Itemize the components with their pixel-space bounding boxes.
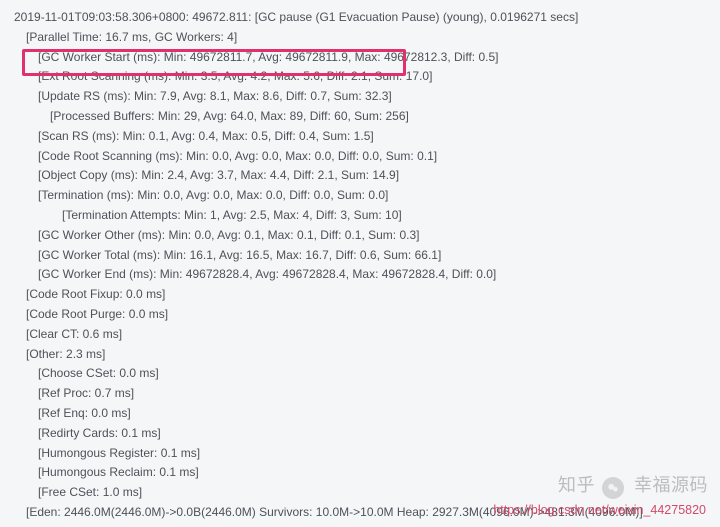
- log-line: [Parallel Time: 16.7 ms, GC Workers: 4]: [10, 28, 710, 48]
- log-line: [Code Root Scanning (ms): Min: 0.0, Avg:…: [10, 147, 710, 167]
- log-line: [GC Worker End (ms): Min: 49672828.4, Av…: [10, 265, 710, 285]
- log-line: [Choose CSet: 0.0 ms]: [10, 364, 710, 384]
- log-line: [Scan RS (ms): Min: 0.1, Avg: 0.4, Max: …: [10, 127, 710, 147]
- log-line: [Other: 2.3 ms]: [10, 345, 710, 365]
- log-line: [Code Root Purge: 0.0 ms]: [10, 305, 710, 325]
- log-line: [GC Worker Start (ms): Min: 49672811.7, …: [10, 48, 710, 68]
- source-link[interactable]: https://blog.csdn.net/weixin_44275820: [493, 501, 706, 521]
- log-line: [Object Copy (ms): Min: 2.4, Avg: 3.7, M…: [10, 166, 710, 186]
- log-line: [Clear CT: 0.6 ms]: [10, 325, 710, 345]
- log-line: [Ref Enq: 0.0 ms]: [10, 404, 710, 424]
- gc-log-block: 2019-11-01T09:03:58.306+0800: 49672.811:…: [0, 0, 720, 527]
- log-line: [Ext Root Scanning (ms): Min: 3.5, Avg: …: [10, 67, 710, 87]
- log-line: [Termination Attempts: Min: 1, Avg: 2.5,…: [10, 206, 710, 226]
- log-line: [Redirty Cards: 0.1 ms]: [10, 424, 710, 444]
- log-line: [Humongous Reclaim: 0.1 ms]: [10, 463, 710, 483]
- log-line: [Processed Buffers: Min: 29, Avg: 64.0, …: [10, 107, 710, 127]
- log-line: [GC Worker Total (ms): Min: 16.1, Avg: 1…: [10, 246, 710, 266]
- log-line: [Times: user=0.06 sys=0.00, real=0.02 se…: [10, 523, 710, 527]
- log-line: [Update RS (ms): Min: 7.9, Avg: 8.1, Max…: [10, 87, 710, 107]
- log-line: [Ref Proc: 0.7 ms]: [10, 384, 710, 404]
- log-line: [GC Worker Other (ms): Min: 0.0, Avg: 0.…: [10, 226, 710, 246]
- log-line: 2019-11-01T09:03:58.306+0800: 49672.811:…: [10, 8, 710, 28]
- log-line: [Termination (ms): Min: 0.0, Avg: 0.0, M…: [10, 186, 710, 206]
- log-line: [Code Root Fixup: 0.0 ms]: [10, 285, 710, 305]
- log-line: [Free CSet: 1.0 ms]: [10, 483, 710, 503]
- log-line: [Humongous Register: 0.1 ms]: [10, 444, 710, 464]
